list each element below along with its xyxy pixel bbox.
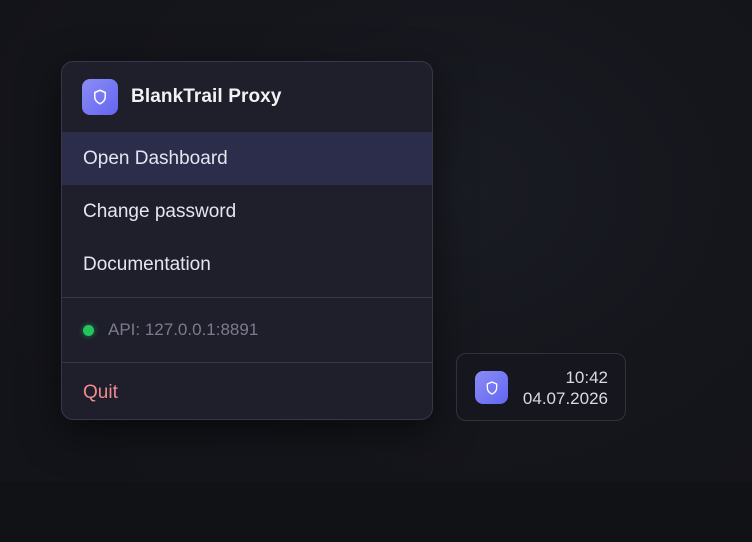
tray-clock[interactable]: 10:42 04.07.2026: [523, 367, 608, 409]
taskbar-area: [0, 482, 752, 542]
tray-app-button[interactable]: [475, 371, 508, 404]
menu-header: BlankTrail Proxy: [62, 62, 432, 132]
clock-time: 10:42: [565, 368, 608, 387]
menu-item-open-dashboard[interactable]: Open Dashboard: [62, 132, 432, 185]
shield-icon: [82, 79, 118, 115]
app-title: BlankTrail Proxy: [131, 86, 282, 107]
clock-date: 04.07.2026: [522, 389, 608, 408]
api-status-text: API: 127.0.0.1:8891: [108, 320, 259, 339]
api-status: API: 127.0.0.1:8891: [62, 298, 432, 362]
tray-context-menu: BlankTrail Proxy Open Dashboard Change p…: [61, 61, 433, 420]
menu-item-quit[interactable]: Quit: [62, 363, 432, 419]
menu-item-label: Documentation: [83, 253, 211, 275]
system-tray: 10:42 04.07.2026: [456, 353, 626, 421]
menu-item-change-password[interactable]: Change password: [62, 185, 432, 238]
status-indicator-dot: [83, 324, 94, 336]
shield-icon: [486, 380, 497, 395]
menu-item-label: Open Dashboard: [83, 147, 228, 169]
desktop: BlankTrail Proxy Open Dashboard Change p…: [0, 0, 752, 542]
quit-label: Quit: [83, 381, 118, 403]
menu-item-documentation[interactable]: Documentation: [62, 238, 432, 291]
menu-item-label: Change password: [83, 200, 237, 222]
